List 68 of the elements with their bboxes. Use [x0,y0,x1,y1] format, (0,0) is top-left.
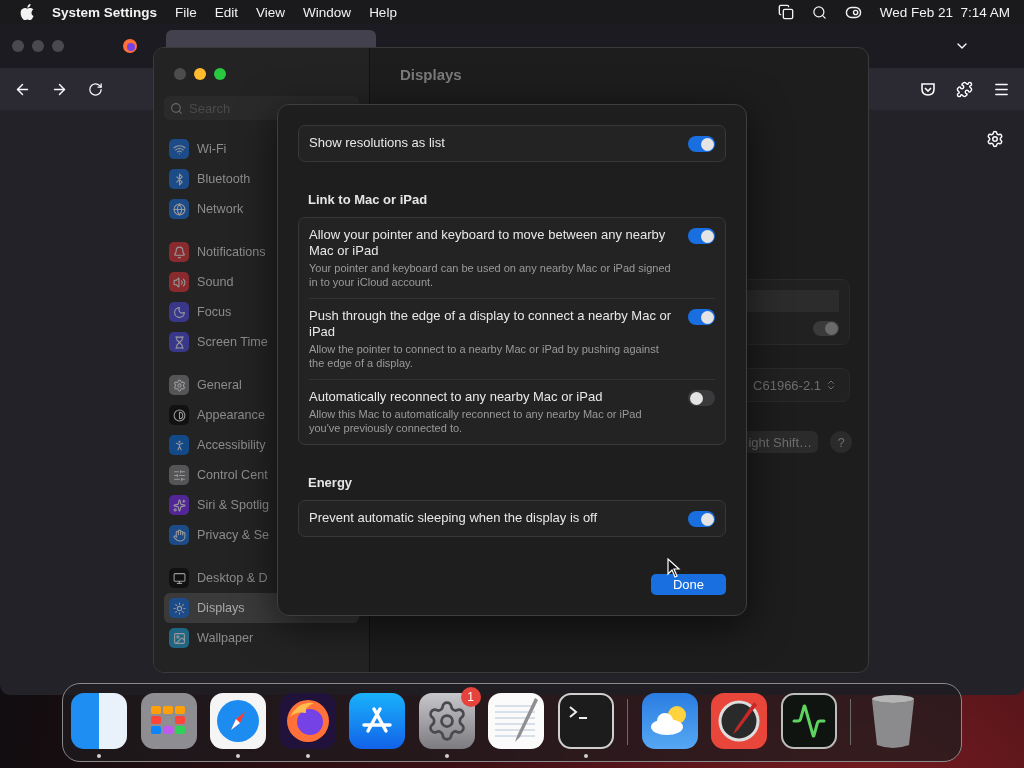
menu-item[interactable]: View [256,4,286,20]
toggle-switch[interactable] [688,136,715,152]
minimize-button[interactable] [194,68,206,80]
help-button[interactable]: ? [830,431,852,453]
setting-description: Allow this Mac to automatically reconnect to any nearby Mac or iPad you've previously connected to. [309,407,643,435]
notepad-pen-icon[interactable] [488,693,544,749]
done-button[interactable]: Done [650,574,726,595]
fox-globe-icon[interactable] [122,38,138,54]
pointer-cursor-icon [667,558,681,578]
contrast-icon [169,405,189,425]
toggle-switch[interactable] [813,321,839,336]
apple-logo-icon[interactable] [20,4,34,20]
windows-icon[interactable] [777,4,794,20]
terminal-prompt-icon[interactable] [557,693,614,749]
sidebar-item[interactable]: Wallpaper [164,623,359,653]
section-heading: Link to Mac or iPad [307,192,429,207]
menu-item[interactable]: File [175,4,197,20]
toggle-switch[interactable] [688,228,715,244]
menu-item[interactable]: Edit [214,4,239,20]
chevron-updown-icon [825,379,837,391]
search-icon [170,101,183,115]
setting-title: Prevent automatic sleeping when the display is off [309,510,599,526]
search-icon[interactable] [811,4,827,20]
globe-icon [169,199,189,219]
cloud-sun-icon[interactable] [641,693,698,749]
fox-globe-icon[interactable] [279,693,336,749]
setting-description: Allow the pointer to connect to a nearby Mac or iPad by pushing against the edge of a display. [309,342,660,370]
clock[interactable]: Wed Feb 21 7:14 AM [879,4,1010,20]
reload-icon[interactable] [88,81,103,97]
toggle-switch[interactable] [688,390,715,406]
section-heading: Energy [307,475,354,490]
sparkle-icon [169,495,189,515]
puzzle-icon[interactable] [956,80,973,98]
menu-item[interactable]: Help [369,4,397,20]
sun-icon [169,598,189,618]
setting-description: Your pointer and keyboard can be used on any nearby Mac or iPad signed in to your iCloud account. [309,261,672,289]
color-meter-icon[interactable] [711,693,767,749]
app-menu[interactable]: System Settings [52,4,158,20]
bluetooth-icon [169,169,189,189]
speaker-icon [169,272,189,292]
settings-icon[interactable] [986,130,1004,148]
shield-chevron-icon[interactable] [920,81,936,97]
setting-title: Push through the edge of a display to connect a nearby Mac or iPad [309,308,673,340]
split-face-tile-icon[interactable] [71,693,127,749]
hourglass-icon [169,332,189,352]
notification-badge: 1 [460,687,481,707]
monitor-icon [169,568,189,588]
setting-title: Show resolutions as list [309,135,446,151]
app-store-icon[interactable] [349,693,405,749]
setting-title: Automatically reconnect to any nearby Mac or iPad [309,389,604,405]
gear-icon [169,375,189,395]
toggle-switch[interactable] [688,511,715,527]
zoom-button[interactable] [214,68,226,80]
pulse-monitor-icon[interactable] [780,693,837,749]
image-icon [169,628,189,648]
sliders-icon [169,465,189,485]
person-icon [169,435,189,455]
menu-item[interactable]: Window [303,4,352,20]
setting-title: Allow your pointer and keyboard to move between any nearby Mac or iPad [309,227,667,259]
gear-icon[interactable] [418,693,475,749]
app-grid-icon[interactable] [140,693,197,749]
hand-icon [169,525,189,545]
window-title: Displays [400,66,463,83]
bell-icon [169,242,189,262]
compass-icon[interactable] [210,693,266,749]
wifi-icon [169,139,189,159]
moon-icon [169,302,189,322]
toggle-switch[interactable] [688,309,715,325]
